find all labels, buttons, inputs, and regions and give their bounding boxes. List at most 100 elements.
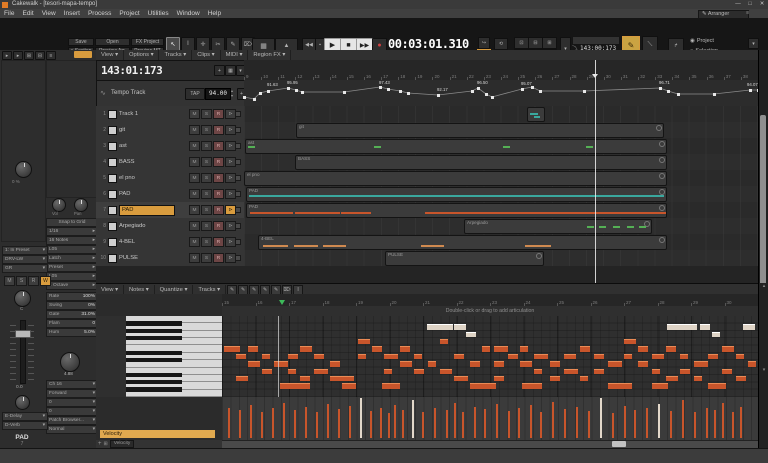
midi-note[interactable]	[722, 346, 734, 351]
track-name[interactable]: Track 1	[119, 111, 171, 117]
tempo-node[interactable]	[749, 89, 752, 92]
track-s-button[interactable]: S	[201, 173, 212, 183]
minimize-button[interactable]: —	[732, 0, 744, 9]
track-automation-dot[interactable]	[235, 239, 241, 245]
prv-draw-tool-icon[interactable]: ✎	[249, 285, 259, 295]
clip-lane-10[interactable]: PULSE	[244, 250, 758, 267]
velocity-stem[interactable]	[454, 403, 456, 438]
tv-menu-clips[interactable]: Clips ▾	[192, 50, 220, 60]
midi-note[interactable]	[494, 361, 504, 366]
clip-lane-7[interactable]: PAD	[244, 202, 758, 219]
track-name[interactable]: el pno	[119, 175, 171, 181]
black-key[interactable]	[126, 336, 182, 340]
tempo-node[interactable]	[387, 88, 390, 91]
prv-menu-notes[interactable]: Notes ▾	[124, 285, 155, 295]
insp-param-swing[interactable]: Swing0%	[46, 301, 98, 310]
lane-tab[interactable]: Velocity	[110, 440, 135, 448]
velocity-stem[interactable]	[714, 410, 716, 438]
midi-note[interactable]	[594, 354, 604, 359]
velocity-stem[interactable]	[272, 408, 274, 438]
clip-pad[interactable]: PAD	[246, 187, 667, 202]
velocity-stem[interactable]	[412, 400, 414, 438]
track-name[interactable]: 4-BEL	[119, 239, 171, 245]
midi-note[interactable]	[382, 383, 400, 388]
track-automation-dot[interactable]	[235, 223, 241, 229]
trackview-playhead[interactable]	[595, 60, 596, 283]
midi-note[interactable]	[494, 346, 508, 351]
file-button-save[interactable]: Save	[68, 38, 94, 46]
midi-note[interactable]	[454, 354, 464, 359]
midi-note[interactable]	[314, 369, 328, 374]
clip-bass[interactable]: BASS	[295, 155, 667, 170]
prochannel-toggle[interactable]	[74, 51, 92, 58]
velocity-stem[interactable]	[576, 407, 578, 438]
file-button-fx-project[interactable]: FX Project	[131, 38, 164, 46]
module-overflow-button[interactable]: ▾	[748, 38, 759, 49]
velocity-stem[interactable]	[402, 410, 404, 438]
track-automation-dot[interactable]	[235, 191, 241, 197]
midi-note[interactable]	[564, 369, 578, 374]
tempo-node[interactable]	[399, 90, 402, 93]
tempo-node[interactable]	[491, 96, 494, 99]
clip-git[interactable]: git	[296, 123, 664, 138]
track-name[interactable]: PAD	[119, 205, 175, 216]
insp-param-rate[interactable]: Rate100%	[46, 292, 98, 301]
velocity-stem[interactable]	[349, 406, 351, 438]
midi-note[interactable]	[440, 369, 452, 374]
track-automation-dot[interactable]	[235, 143, 241, 149]
velocity-lane-label[interactable]: Velocity	[100, 430, 215, 438]
track-name[interactable]: PULSE	[119, 255, 171, 261]
tempo-node[interactable]	[677, 93, 680, 96]
insp-left-dropdown-0[interactable]: 1: In Preset▾	[2, 246, 48, 255]
prochannel-knob[interactable]	[15, 161, 32, 178]
tempo-spinner[interactable]: ▴▾	[231, 88, 233, 98]
track-s-button[interactable]: S	[201, 237, 212, 247]
midi-note[interactable]	[280, 383, 310, 388]
midi-note[interactable]	[522, 383, 542, 388]
track-m-button[interactable]: M	[189, 205, 200, 215]
black-key[interactable]	[126, 373, 182, 377]
midi-note[interactable]	[482, 346, 490, 351]
velocity-stem[interactable]	[283, 403, 285, 438]
clip-lane-2[interactable]: git	[244, 122, 758, 139]
menu-help[interactable]: Help	[204, 9, 225, 18]
clip-fx-icon[interactable]	[659, 237, 665, 243]
midi-note[interactable]	[680, 369, 690, 374]
velocity-stem[interactable]	[338, 409, 340, 438]
clip-lane-9[interactable]: 4-BEL	[244, 234, 758, 251]
insp-icon-2[interactable]: ▸	[13, 51, 23, 60]
midi-note[interactable]	[534, 369, 542, 374]
insp-right-row-1[interactable]: 16 Notes▸	[46, 236, 98, 245]
clip-pulse[interactable]: PULSE	[385, 251, 544, 266]
velocity-stem[interactable]	[682, 400, 684, 438]
clip-fx-icon[interactable]	[536, 253, 542, 259]
midi-note[interactable]	[624, 354, 632, 359]
midi-note[interactable]	[414, 354, 422, 359]
tempo-value-box[interactable]: 94.00	[205, 88, 231, 100]
midi-note[interactable]	[288, 369, 296, 374]
midi-note[interactable]	[594, 369, 604, 374]
midi-note[interactable]	[400, 361, 412, 366]
track-automation-dot[interactable]	[235, 255, 241, 261]
midi-note[interactable]	[288, 354, 298, 359]
midi-note[interactable]	[454, 376, 468, 381]
track-header-2[interactable]: 2gitMSR⊳	[96, 122, 244, 139]
velocity-stem[interactable]	[305, 407, 307, 438]
tempo-node[interactable]	[485, 93, 488, 96]
midi-note[interactable]	[712, 332, 720, 337]
trackview-ruler[interactable]: 9101112131415161718192021222324252627282…	[244, 60, 758, 81]
insp-left-dropdown-1[interactable]: DRV-LW▾	[2, 255, 48, 264]
velocity-stem[interactable]	[434, 408, 436, 438]
track-s-button[interactable]: S	[201, 109, 212, 119]
midi-note[interactable]	[666, 346, 676, 351]
tempo-node[interactable]	[437, 94, 440, 97]
clip-ast[interactable]: ast	[245, 139, 667, 154]
track-r-button[interactable]: R	[213, 109, 224, 119]
track-r-button[interactable]: R	[213, 205, 224, 215]
velocity-stem[interactable]	[261, 412, 263, 438]
velocity-stem[interactable]	[732, 412, 734, 438]
midi-note[interactable]	[454, 324, 466, 329]
track-s-button[interactable]: S	[201, 125, 212, 135]
link-button[interactable]: ⟲	[494, 38, 508, 50]
velocity-stem[interactable]	[327, 404, 329, 438]
